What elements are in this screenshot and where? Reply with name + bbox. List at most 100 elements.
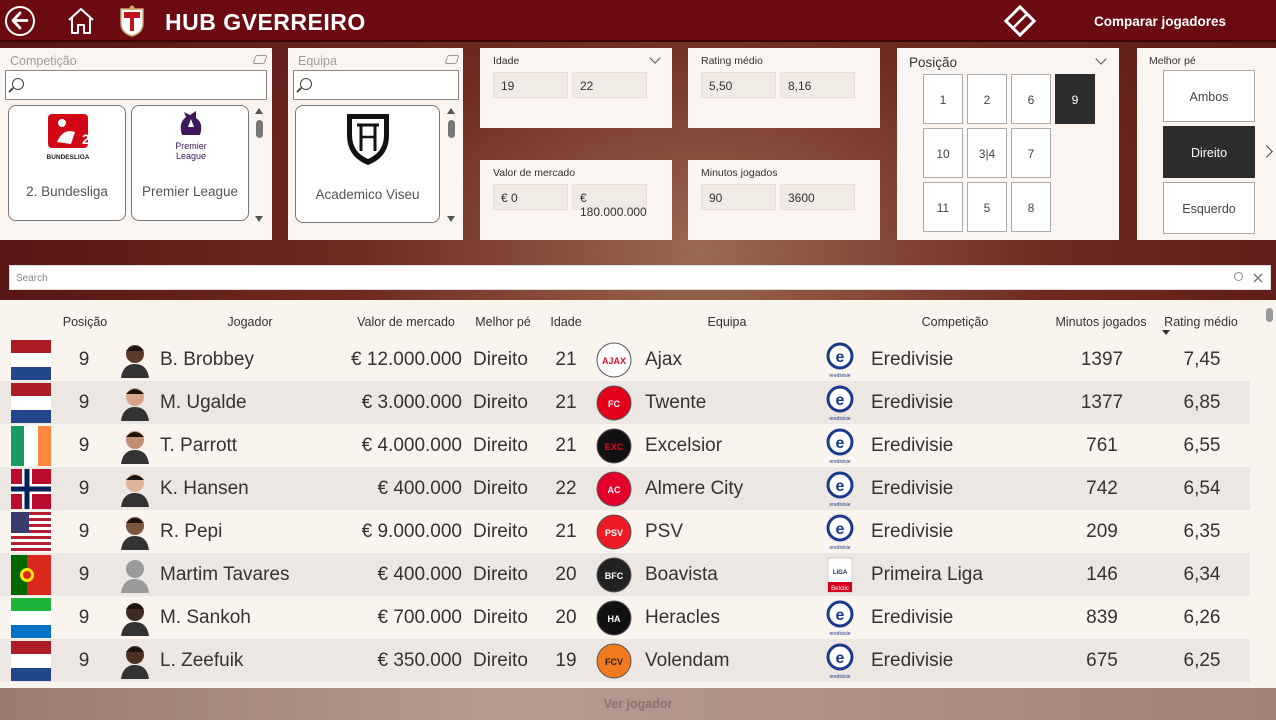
- header-team[interactable]: Equipa: [680, 315, 774, 329]
- scroll-down-icon[interactable]: [255, 216, 263, 222]
- table-search-input[interactable]: Search: [9, 265, 1271, 290]
- competition-tile-label: 2. Bundesliga: [26, 184, 108, 199]
- cell-age: 22: [555, 478, 577, 499]
- position-option-10[interactable]: 10: [923, 128, 963, 178]
- cell-player[interactable]: L. Zeefuik: [160, 639, 243, 682]
- cell-best-foot: Direito: [473, 435, 528, 456]
- table-row[interactable]: 9 M. Sankoh € 700.000 Direito 20 HA Heracles e e…: [0, 596, 1250, 639]
- team-tile-academico-viseu[interactable]: Academico Viseu: [295, 105, 440, 223]
- back-arrow-icon[interactable]: [5, 6, 35, 36]
- close-icon[interactable]: [1253, 273, 1263, 283]
- market-value-min-input[interactable]: € 0: [493, 184, 568, 210]
- sort-descending-icon[interactable]: [1162, 330, 1170, 335]
- compare-icon[interactable]: [1003, 4, 1037, 38]
- cell-team: Excelsior: [645, 435, 723, 456]
- market-value-max-input[interactable]: € 180.000.000: [572, 184, 647, 219]
- foot-option-both[interactable]: Ambos: [1163, 70, 1255, 122]
- chevron-down-icon[interactable]: [649, 52, 661, 64]
- table-row[interactable]: 9 R. Pepi € 9.000.000 Direito 21 PSV PSV e eredi…: [0, 510, 1250, 553]
- header-minutes[interactable]: Minutos jogados: [1046, 315, 1156, 329]
- scroll-up-icon[interactable]: [447, 108, 455, 114]
- rating-min-input[interactable]: 5,50: [701, 72, 776, 98]
- cell-position: 9: [78, 435, 90, 456]
- competition-logo-icon: e eredivisie: [826, 342, 854, 379]
- table-row[interactable]: 9 M. Ugalde € 3.000.000 Direito 21 FC Twente e e…: [0, 381, 1250, 424]
- cell-minutes: 761: [1086, 435, 1118, 456]
- view-player-button[interactable]: Ver jogador: [0, 697, 1276, 711]
- position-option-7[interactable]: 7: [1011, 128, 1051, 178]
- cell-player[interactable]: K. Hansen: [160, 467, 249, 510]
- table-scrollbar-thumb[interactable]: [1266, 308, 1273, 322]
- foot-option-left[interactable]: Esquerdo: [1163, 182, 1255, 234]
- header-market-value[interactable]: Valor de mercado: [348, 315, 464, 329]
- foot-option-right[interactable]: Direito: [1163, 126, 1255, 178]
- svg-text:eredivisie: eredivisie: [829, 502, 850, 508]
- chevron-down-icon[interactable]: [1095, 53, 1107, 65]
- table-row[interactable]: 9 Martim Tavares € 400.000 Direito 20 BFC Boav…: [0, 553, 1250, 596]
- player-photo-icon: [121, 560, 149, 593]
- position-option-5[interactable]: 5: [967, 182, 1007, 232]
- cell-best-foot: Direito: [473, 349, 528, 370]
- rating-max-input[interactable]: 8,16: [780, 72, 855, 98]
- market-value-slicer-title: Valor de mercado: [493, 167, 576, 179]
- competition-tile-premier-league[interactable]: Premier League Premier League: [131, 105, 249, 221]
- position-option-9[interactable]: 9: [1055, 74, 1095, 124]
- clear-filter-icon[interactable]: [252, 55, 268, 64]
- header-position[interactable]: Posição: [58, 315, 112, 329]
- scroll-down-icon[interactable]: [447, 216, 455, 222]
- position-option-2[interactable]: 2: [967, 74, 1007, 124]
- clear-filter-icon[interactable]: [444, 55, 460, 64]
- minutes-max-input[interactable]: 3600: [780, 184, 855, 210]
- svg-text:Betclic: Betclic: [831, 586, 849, 592]
- cell-player[interactable]: B. Brobbey: [160, 338, 254, 381]
- cell-age: 21: [555, 392, 577, 413]
- cell-player[interactable]: Martim Tavares: [160, 553, 290, 596]
- table-row[interactable]: 9 L. Zeefuik € 350.000 Direito 19 FCV Volendam…: [0, 639, 1250, 682]
- cell-team: Ajax: [645, 349, 682, 370]
- header-competition[interactable]: Competição: [900, 315, 1010, 329]
- player-photo-icon: [121, 646, 149, 679]
- age-max-input[interactable]: 22: [572, 72, 647, 98]
- search-icon: [12, 78, 24, 90]
- position-slicer-title: Posição: [909, 55, 958, 70]
- header-rating[interactable]: Rating médio: [1158, 315, 1244, 329]
- cell-rating: 6,35: [1183, 521, 1221, 542]
- minutes-min-input[interactable]: 90: [701, 184, 776, 210]
- table-row[interactable]: 9 T. Parrott € 4.000.000 Direito 21 EXC Excels…: [0, 424, 1250, 467]
- svg-text:e: e: [836, 650, 845, 667]
- competition-tile-bundesliga2[interactable]: 2 BUNDESLIGA 2. Bundesliga: [8, 105, 126, 221]
- table-row[interactable]: 9 K. Hansen € 400.000 Direito 22 AC Almere Cit…: [0, 467, 1250, 510]
- competition-tile-label: Premier League: [141, 184, 239, 199]
- cell-player[interactable]: M. Sankoh: [160, 596, 251, 639]
- cell-best-foot: Direito: [473, 478, 528, 499]
- scroll-up-icon[interactable]: [255, 108, 263, 114]
- svg-text:FC: FC: [608, 399, 620, 409]
- header-age[interactable]: Idade: [546, 315, 586, 329]
- home-icon[interactable]: [66, 7, 96, 35]
- competition-search-input[interactable]: [5, 70, 267, 100]
- position-option-11[interactable]: 11: [923, 182, 963, 232]
- cell-player[interactable]: T. Parrott: [160, 424, 237, 467]
- cell-rating: 6,55: [1183, 435, 1221, 456]
- compare-players-button[interactable]: Comparar jogadores: [1072, 14, 1248, 29]
- cell-player[interactable]: R. Pepi: [160, 510, 222, 553]
- position-option-6[interactable]: 6: [1011, 74, 1051, 124]
- header-player[interactable]: Jogador: [200, 315, 300, 329]
- table-row[interactable]: 9 B. Brobbey € 12.000.000 Direito 21 AJAX Ajax…: [0, 338, 1250, 381]
- scrollbar-thumb[interactable]: [256, 120, 263, 138]
- header-best-foot[interactable]: Melhor pé: [468, 315, 538, 329]
- scrollbar-thumb[interactable]: [448, 120, 455, 138]
- cell-market-value: € 400.000: [377, 564, 462, 585]
- position-option-8[interactable]: 8: [1011, 182, 1051, 232]
- competition-logo-icon: e eredivisie: [826, 471, 854, 508]
- player-photo-icon: [121, 388, 149, 421]
- minutes-slicer: Minutos jogados 90 3600: [688, 160, 880, 240]
- position-option-1[interactable]: 1: [923, 74, 963, 124]
- club-crest-logo: [119, 5, 145, 37]
- cell-player[interactable]: M. Ugalde: [160, 381, 247, 424]
- team-search-input[interactable]: [293, 70, 459, 100]
- age-min-input[interactable]: 19: [493, 72, 568, 98]
- flag-icon: [11, 641, 51, 681]
- position-option-3-4[interactable]: 3|4: [967, 128, 1007, 178]
- svg-text:AJAX: AJAX: [602, 356, 626, 366]
